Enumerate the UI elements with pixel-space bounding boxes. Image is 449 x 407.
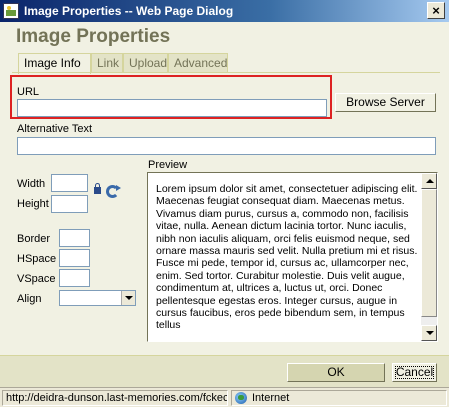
status-url: http://deidra-dunson.last-memories.com/f… bbox=[2, 390, 228, 406]
window-title: Image Properties -- Web Page Dialog bbox=[24, 4, 234, 18]
dialog-footer: OK Cancel bbox=[0, 355, 449, 387]
vspace-input[interactable] bbox=[59, 269, 90, 287]
reset-size-icon[interactable] bbox=[106, 185, 121, 198]
hspace-label: HSpace bbox=[17, 253, 57, 265]
zone-label: Internet bbox=[252, 392, 290, 404]
close-button[interactable]: × bbox=[427, 2, 445, 19]
tab-divider bbox=[12, 72, 440, 73]
security-zone: Internet bbox=[231, 390, 447, 406]
tab-link[interactable]: Link bbox=[91, 53, 123, 73]
image-app-icon bbox=[3, 3, 19, 19]
preview-text: Lorem ipsum dolor sit amet, consectetuer… bbox=[156, 183, 418, 332]
preview-label: Preview bbox=[148, 159, 188, 171]
border-label: Border bbox=[17, 233, 51, 245]
url-input[interactable] bbox=[17, 99, 327, 117]
align-label: Align bbox=[17, 293, 42, 305]
alt-text-input[interactable] bbox=[17, 137, 436, 155]
ok-button[interactable]: OK bbox=[287, 363, 385, 382]
vspace-label: VSpace bbox=[17, 273, 56, 285]
border-input[interactable] bbox=[59, 229, 90, 247]
chevron-down-icon[interactable] bbox=[121, 291, 135, 305]
tab-image-info[interactable]: Image Info bbox=[18, 53, 91, 74]
height-input[interactable] bbox=[51, 195, 88, 213]
width-input[interactable] bbox=[51, 174, 88, 192]
tab-advanced[interactable]: Advanced bbox=[168, 53, 228, 73]
hspace-input[interactable] bbox=[59, 249, 90, 267]
width-label: Width bbox=[17, 178, 46, 190]
url-label: URL bbox=[17, 86, 40, 98]
scroll-thumb[interactable] bbox=[421, 189, 437, 317]
scroll-down-icon[interactable] bbox=[421, 325, 437, 341]
align-select[interactable] bbox=[59, 290, 136, 306]
window-titlebar[interactable]: Image Properties -- Web Page Dialog × bbox=[0, 0, 449, 22]
alt-text-label: Alternative Text bbox=[17, 123, 93, 135]
tab-upload[interactable]: Upload bbox=[123, 53, 168, 73]
lock-ratio-icon[interactable] bbox=[94, 183, 101, 194]
globe-icon bbox=[235, 392, 247, 404]
dialog-heading: Image Properties bbox=[16, 26, 171, 47]
status-bar: http://deidra-dunson.last-memories.com/f… bbox=[0, 387, 449, 407]
close-icon: × bbox=[432, 3, 440, 18]
preview-area[interactable]: Lorem ipsum dolor sit amet, consectetuer… bbox=[147, 172, 438, 342]
height-label: Height bbox=[17, 198, 49, 210]
browse-server-button[interactable]: Browse Server bbox=[335, 93, 436, 112]
cancel-button[interactable]: Cancel bbox=[392, 363, 437, 382]
scroll-up-icon[interactable] bbox=[421, 173, 437, 189]
preview-scrollbar[interactable] bbox=[421, 173, 437, 341]
